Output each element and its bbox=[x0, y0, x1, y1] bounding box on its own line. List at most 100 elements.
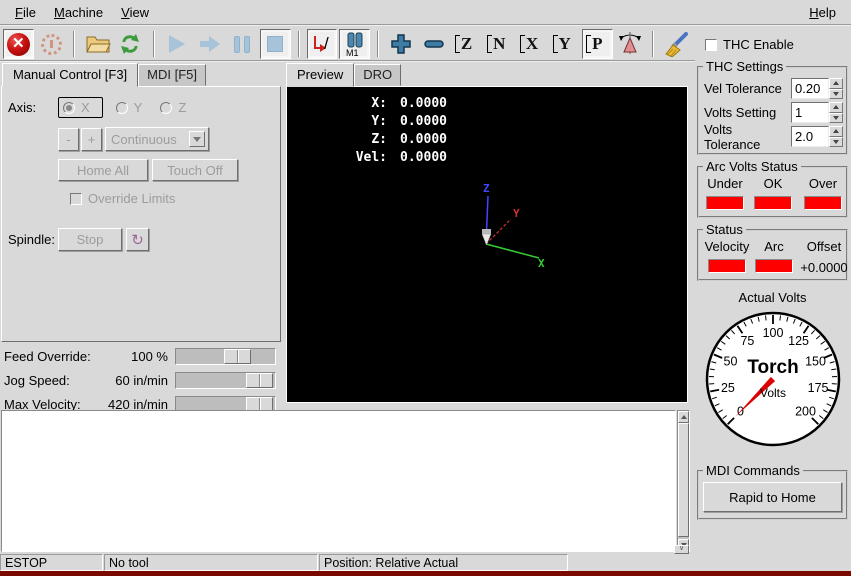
svg-text:50: 50 bbox=[723, 354, 737, 368]
axis-radio-y[interactable]: Y bbox=[111, 97, 148, 118]
zoom-in-button[interactable] bbox=[386, 29, 417, 59]
gcode-text-area[interactable] bbox=[1, 410, 676, 552]
text-area-scrollbar[interactable] bbox=[677, 410, 690, 552]
scrollbar-thumb[interactable] bbox=[678, 423, 689, 537]
tab-mdi[interactable]: MDI [F5] bbox=[138, 64, 206, 86]
mdi-commands-title: MDI Commands bbox=[703, 463, 803, 478]
open-file-button[interactable] bbox=[82, 29, 113, 59]
brake-icon: ↻ bbox=[131, 231, 144, 249]
step-button[interactable] bbox=[194, 29, 225, 59]
clear-plot-button[interactable] bbox=[661, 29, 692, 59]
machine-power-icon bbox=[41, 34, 62, 55]
axis-radio-x[interactable]: X bbox=[58, 97, 103, 118]
axis-y-label: Y bbox=[513, 207, 520, 220]
svg-text:100: 100 bbox=[762, 326, 783, 340]
spin-up-icon bbox=[829, 126, 843, 137]
vel-tolerance-label: Vel Tolerance bbox=[702, 81, 791, 96]
over-label: Over bbox=[798, 176, 848, 193]
reload-button[interactable] bbox=[115, 29, 146, 59]
volts-tolerance-label: Volts Tolerance bbox=[702, 122, 791, 152]
pane-sash-handle[interactable]: ∨ bbox=[674, 545, 689, 554]
pause-icon bbox=[234, 36, 250, 53]
spindle-label: Spindle: bbox=[8, 232, 58, 247]
view-x-icon: X bbox=[524, 34, 540, 54]
toolbar-separator bbox=[153, 31, 155, 57]
svg-text:200: 200 bbox=[795, 405, 816, 419]
spindle-brake-button[interactable]: ↻ bbox=[126, 228, 149, 251]
axis-label: Axis: bbox=[8, 100, 58, 115]
tab-preview[interactable]: Preview bbox=[286, 63, 354, 87]
jog-mode-dropdown[interactable]: Continuous bbox=[105, 127, 209, 151]
zoom-out-icon bbox=[422, 32, 446, 56]
under-indicator bbox=[706, 196, 744, 210]
view-x-button[interactable]: X bbox=[517, 29, 548, 59]
jog-speed-value: 60 in/min bbox=[104, 373, 168, 388]
svg-text:150: 150 bbox=[805, 354, 826, 368]
offset-label: Offset bbox=[796, 239, 851, 256]
menu-help[interactable]: Help bbox=[800, 2, 845, 23]
stop-icon bbox=[267, 36, 283, 52]
jog-speed-slider[interactable] bbox=[175, 372, 276, 389]
slider-handle[interactable] bbox=[246, 373, 273, 388]
toolbar-separator bbox=[73, 31, 75, 57]
svg-text:175: 175 bbox=[807, 381, 828, 395]
volts-tolerance-spinner[interactable] bbox=[829, 126, 843, 147]
over-indicator bbox=[804, 196, 842, 210]
rapid-to-home-button[interactable]: Rapid to Home bbox=[703, 482, 842, 512]
status-tool: No tool bbox=[104, 554, 318, 571]
velocity-label: Velocity bbox=[702, 239, 752, 256]
zoom-out-button[interactable] bbox=[419, 29, 450, 59]
tab-manual-control[interactable]: Manual Control [F3] bbox=[2, 63, 138, 87]
view-z-button[interactable]: Z bbox=[451, 29, 482, 59]
offset-value: +0.0000 bbox=[796, 260, 851, 275]
machine-power-button[interactable] bbox=[36, 29, 67, 59]
manual-control-panel: Manual Control [F3] MDI [F5] Axis: X Y Z bbox=[0, 62, 283, 410]
menu-machine[interactable]: Machine bbox=[45, 2, 112, 23]
volts-setting-spinner[interactable] bbox=[829, 102, 843, 123]
volts-tolerance-input[interactable]: 2.0 bbox=[791, 126, 829, 147]
toolbar-separator bbox=[298, 31, 300, 57]
stop-button[interactable] bbox=[260, 29, 291, 59]
view-z-icon: Z bbox=[459, 34, 474, 54]
override-limits-checkbox[interactable] bbox=[70, 193, 82, 205]
run-button[interactable] bbox=[162, 29, 193, 59]
vel-tolerance-input[interactable]: 0.20 bbox=[791, 78, 829, 99]
view-y-icon: Y bbox=[557, 34, 573, 54]
thc-enable-checkbox[interactable] bbox=[705, 39, 717, 51]
thc-settings-group: THC Settings Vel Tolerance 0.20 Volts Se… bbox=[697, 66, 848, 155]
pause-button[interactable] bbox=[227, 29, 258, 59]
rotate-view-button[interactable] bbox=[615, 29, 646, 59]
optional-stop-button[interactable]: M1 bbox=[339, 29, 370, 59]
feed-override-slider[interactable] bbox=[175, 348, 276, 365]
menu-file[interactable]: File bbox=[6, 2, 45, 23]
home-all-button[interactable]: Home All bbox=[58, 159, 148, 181]
view-perspective-button[interactable]: P bbox=[582, 29, 613, 59]
axis-radio-z[interactable]: Z bbox=[155, 97, 191, 118]
volts-setting-input[interactable]: 1 bbox=[791, 102, 829, 123]
optional-stop-icon: M1 bbox=[342, 31, 368, 57]
estop-button[interactable]: ✕ bbox=[3, 29, 34, 59]
jog-minus-button[interactable]: - bbox=[58, 128, 79, 151]
scroll-up-icon[interactable] bbox=[678, 411, 689, 423]
menu-view[interactable]: View bbox=[112, 2, 158, 23]
view-z-rotated-button[interactable]: N bbox=[484, 29, 515, 59]
view-y-button[interactable]: Y bbox=[549, 29, 580, 59]
status-title: Status bbox=[703, 222, 746, 237]
radio-x-icon bbox=[63, 102, 75, 114]
spin-down-icon bbox=[829, 137, 843, 148]
jog-plus-button[interactable]: + bbox=[81, 128, 102, 151]
tab-dro[interactable]: DRO bbox=[354, 64, 401, 86]
axis-z-label: Z bbox=[483, 182, 490, 195]
touch-off-button[interactable]: Touch Off bbox=[152, 159, 238, 181]
skip-lines-icon: / bbox=[309, 32, 335, 56]
spin-up-icon bbox=[829, 78, 843, 89]
preview-canvas[interactable]: X:0.0000 Y:0.0000 Z:0.0000 Vel:0.0000 Z … bbox=[286, 86, 688, 403]
menubar: File Machine View Help bbox=[0, 0, 851, 26]
spin-down-icon bbox=[829, 113, 843, 124]
vel-tolerance-spinner[interactable] bbox=[829, 78, 843, 99]
run-icon bbox=[169, 35, 185, 53]
spindle-stop-button[interactable]: Stop bbox=[58, 228, 122, 251]
skip-lines-button[interactable]: / bbox=[307, 29, 338, 59]
arc-volts-status-title: Arc Volts Status bbox=[703, 159, 801, 174]
slider-handle[interactable] bbox=[224, 349, 251, 364]
